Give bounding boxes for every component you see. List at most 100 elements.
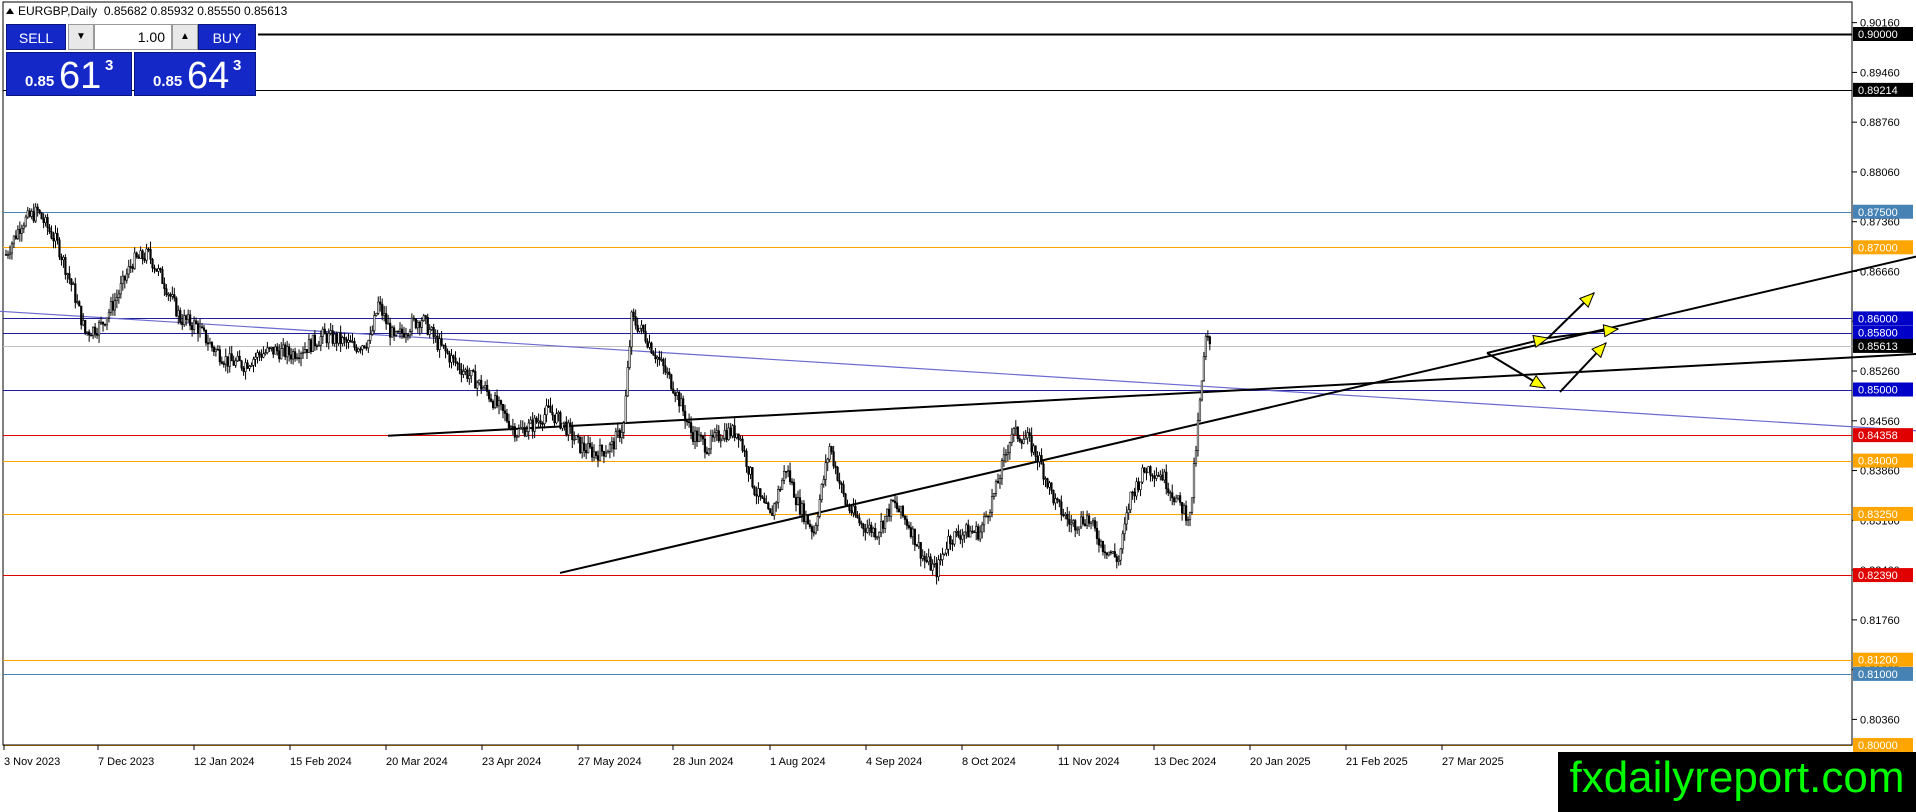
candle-body (16, 229, 19, 239)
buy-price-quote[interactable]: 0.85 64 3 (134, 52, 256, 97)
candle-body (355, 347, 358, 352)
candle-body (311, 334, 315, 353)
candle-body (206, 342, 210, 345)
candle-body (511, 426, 514, 428)
candle-body (634, 316, 637, 326)
candle-body (210, 342, 214, 348)
candle-body (177, 310, 180, 317)
candle-body (682, 398, 685, 412)
candle-body (234, 360, 237, 366)
candle-body (26, 210, 29, 218)
candle-body (549, 405, 552, 413)
candle-body (107, 311, 111, 319)
candle-body (672, 388, 675, 394)
candle-body (472, 370, 475, 372)
candle-body (891, 499, 895, 502)
candle-body (95, 333, 99, 336)
candle-body (46, 217, 49, 229)
volume-input[interactable]: 1.00 (94, 24, 172, 50)
candle-body (400, 328, 404, 334)
candle-body (610, 441, 613, 445)
candle-body (323, 328, 326, 335)
candle-body (1093, 520, 1097, 529)
candle-body (495, 395, 499, 407)
candle-body (113, 300, 116, 311)
candle-body (325, 333, 328, 344)
candle-body (408, 331, 412, 336)
candle-body (602, 451, 606, 457)
candle-body (157, 268, 160, 272)
candle-body (846, 504, 849, 506)
candle-body (590, 446, 594, 458)
candle-body (796, 497, 800, 505)
candle-body (909, 527, 912, 538)
candle-body (171, 294, 174, 297)
candle-body (509, 426, 513, 429)
candle-body (1068, 518, 1071, 525)
candle-body (90, 334, 93, 337)
candle-body (202, 327, 206, 331)
candle-body (992, 493, 996, 497)
candle-body (22, 225, 25, 229)
candle-body (856, 514, 859, 519)
candle-body (28, 210, 31, 217)
candle-body (127, 266, 130, 275)
candle-body (383, 313, 386, 316)
candle-body (446, 350, 449, 354)
candle-body (563, 421, 566, 424)
buy-button[interactable]: BUY (198, 24, 256, 50)
candle-body (10, 243, 14, 254)
candle-body (678, 391, 681, 407)
collapse-triangle-icon[interactable] (6, 8, 14, 14)
candle-body (341, 337, 344, 344)
candle-body (668, 371, 671, 375)
candle-body (458, 363, 461, 370)
candle-body (392, 327, 396, 336)
sell-button[interactable]: SELL (6, 24, 66, 50)
candle-body (450, 355, 453, 363)
candle-body (6, 254, 10, 256)
candle-body (1175, 497, 1178, 503)
candle-body (751, 467, 754, 488)
candle-body (179, 310, 182, 323)
candle-body (935, 562, 938, 578)
candle-body (884, 515, 887, 529)
candle-body (969, 530, 972, 538)
candle-body (1028, 432, 1031, 436)
candle-body (196, 323, 200, 335)
candle-body (933, 562, 936, 565)
chart-canvas: 0.901600.894600.887600.880600.873600.866… (0, 1, 1916, 768)
candle-body (945, 548, 948, 554)
candle-body (1117, 559, 1120, 562)
candle-body (404, 334, 408, 338)
candle-body (943, 552, 946, 555)
candle-body (1054, 498, 1057, 504)
candle-body (1190, 497, 1194, 513)
candle-body (440, 338, 443, 346)
candle-body (777, 489, 780, 503)
sell-price-quote[interactable]: 0.85 61 3 (6, 52, 132, 97)
candle-body (56, 232, 59, 241)
candle-body (880, 520, 883, 533)
candle-body (291, 351, 295, 360)
candle-body (973, 531, 976, 534)
volume-decrease-button[interactable]: ▼ (68, 24, 94, 50)
candle-body (139, 250, 142, 259)
volume-increase-button[interactable]: ▲ (172, 24, 198, 50)
candle-body (236, 355, 239, 362)
candle-body (1123, 523, 1126, 535)
candle-body (745, 451, 748, 467)
candle-body (486, 385, 489, 392)
candle-body (648, 342, 651, 348)
brand-watermark: fxdailyreport.com (1558, 752, 1916, 812)
candle-body (1046, 478, 1049, 488)
candle-body (214, 349, 217, 352)
candle-body (1026, 432, 1029, 439)
candle-body (955, 530, 958, 533)
candle-body (919, 542, 922, 559)
candle-body (424, 315, 427, 318)
candle-body (650, 342, 653, 354)
x-tick-label: 20 Mar 2024 (386, 756, 448, 768)
candle-body (632, 311, 635, 317)
candle-body (309, 339, 313, 353)
